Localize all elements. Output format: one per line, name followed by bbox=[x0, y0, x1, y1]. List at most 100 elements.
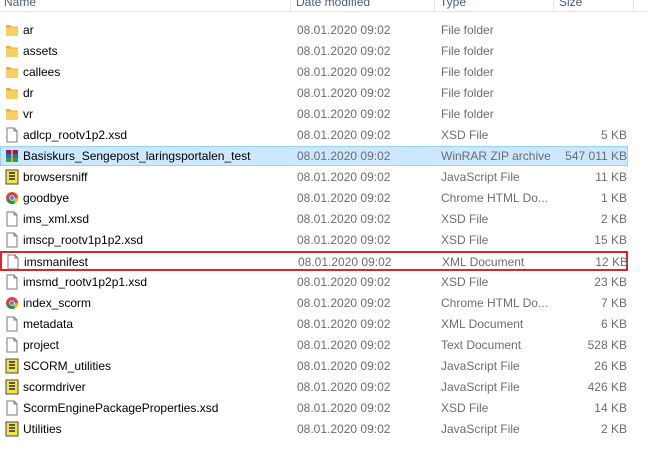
file-row[interactable]: vr 08.01.2020 09:02 File folder bbox=[0, 104, 628, 124]
file-type: JavaScript File bbox=[441, 170, 520, 184]
file-name: Basiskurs_Sengepost_laringsportalen_test bbox=[23, 149, 251, 163]
javascript-file-icon bbox=[5, 169, 19, 185]
file-date-modified: 08.01.2020 09:02 bbox=[297, 275, 391, 289]
file-row[interactable]: SCORM_utilities 08.01.2020 09:02 JavaScrip… bbox=[0, 356, 628, 376]
file-row[interactable]: imsmanifest 08.01.2020 09:02 XML Document 1… bbox=[0, 251, 628, 271]
file-type: XSD File bbox=[441, 401, 489, 415]
file-date-modified: 08.01.2020 09:02 bbox=[297, 296, 391, 310]
file-row[interactable]: assets 08.01.2020 09:02 File folder bbox=[0, 41, 628, 61]
file-row[interactable]: goodbye 08.01.2020 09:02 Chrome HTML Do...… bbox=[0, 188, 628, 208]
file-type: WinRAR ZIP archive bbox=[441, 149, 551, 163]
column-header-bar: Name Date modified Type Size bbox=[0, 0, 648, 12]
file-size: 547 011 KB bbox=[565, 149, 627, 163]
file-row[interactable]: Basiskurs_Sengepost_laringsportalen_test… bbox=[0, 146, 628, 166]
file-date-modified: 08.01.2020 09:02 bbox=[297, 107, 391, 121]
file-size bbox=[557, 84, 627, 102]
file-row[interactable]: adlcp_rootv1p2.xsd 08.01.2020 09:02 XSD Fi… bbox=[0, 125, 628, 145]
file-size: 11 KB bbox=[595, 170, 627, 184]
file-row[interactable]: ar 08.01.2020 09:02 File folder bbox=[0, 20, 628, 40]
file-date-modified: 08.01.2020 09:02 bbox=[298, 255, 392, 269]
file-row[interactable]: scormdriver 08.01.2020 09:02 JavaScript Fi… bbox=[0, 377, 628, 397]
file-name: Utilities bbox=[23, 422, 62, 436]
file-type: File folder bbox=[441, 44, 494, 58]
file-size bbox=[557, 63, 627, 81]
file-name: imsmd_rootv1p2p1.xsd bbox=[23, 275, 148, 289]
document-icon bbox=[5, 232, 19, 248]
file-row[interactable]: metadata 08.01.2020 09:02 XML Document 6 KB bbox=[0, 314, 628, 334]
file-type: Text Document bbox=[441, 338, 522, 352]
file-size bbox=[557, 21, 627, 39]
file-row[interactable]: ims_xml.xsd 08.01.2020 09:02 XSD File 2 KB bbox=[0, 209, 628, 229]
file-date-modified: 08.01.2020 09:02 bbox=[297, 86, 391, 100]
file-name: browsersniff bbox=[23, 170, 88, 184]
file-name: SCORM_utilities bbox=[23, 359, 112, 373]
file-size: 6 KB bbox=[600, 317, 627, 331]
file-date-modified: 08.01.2020 09:02 bbox=[297, 149, 391, 163]
document-icon bbox=[5, 400, 19, 416]
file-date-modified: 08.01.2020 09:02 bbox=[297, 422, 391, 436]
file-date-modified: 08.01.2020 09:02 bbox=[297, 128, 391, 142]
file-date-modified: 08.01.2020 09:02 bbox=[297, 359, 391, 373]
file-row[interactable]: dr 08.01.2020 09:02 File folder bbox=[0, 83, 628, 103]
file-row[interactable]: ScormEnginePackageProperties.xsd 08.01.20… bbox=[0, 398, 628, 418]
file-row[interactable]: browsersniff 08.01.2020 09:02 JavaScript F… bbox=[0, 167, 628, 187]
file-size: 26 KB bbox=[594, 359, 627, 373]
folder-icon bbox=[5, 22, 19, 38]
column-header-type[interactable]: Type bbox=[440, 0, 466, 11]
column-header-date[interactable]: Date modified bbox=[296, 0, 370, 11]
file-name: dr bbox=[23, 86, 34, 100]
file-type: JavaScript File bbox=[441, 422, 520, 436]
file-type: XML Document bbox=[442, 255, 525, 269]
file-type: File folder bbox=[441, 23, 494, 37]
file-name: project bbox=[23, 338, 60, 352]
file-date-modified: 08.01.2020 09:02 bbox=[297, 317, 391, 331]
file-type: File folder bbox=[441, 107, 494, 121]
file-type: XSD File bbox=[441, 128, 489, 142]
file-row[interactable]: imsmd_rootv1p2p1.xsd 08.01.2020 09:02 XSD … bbox=[0, 272, 628, 292]
folder-icon bbox=[5, 85, 19, 101]
file-date-modified: 08.01.2020 09:02 bbox=[297, 233, 391, 247]
file-type: File folder bbox=[441, 65, 494, 79]
file-name: ar bbox=[23, 23, 34, 37]
file-name: metadata bbox=[23, 317, 74, 331]
file-type: JavaScript File bbox=[441, 380, 520, 394]
winrar-archive-icon bbox=[5, 148, 19, 164]
document-icon bbox=[5, 274, 19, 290]
file-type: XSD File bbox=[441, 275, 489, 289]
file-type: JavaScript File bbox=[441, 359, 520, 373]
file-name: vr bbox=[23, 107, 33, 121]
file-name: goodbye bbox=[23, 191, 70, 205]
file-name: callees bbox=[23, 65, 61, 79]
folder-icon bbox=[5, 43, 19, 59]
file-size: 528 KB bbox=[587, 338, 627, 352]
file-type: XSD File bbox=[441, 212, 489, 226]
column-divider[interactable] bbox=[553, 0, 554, 11]
file-row[interactable]: project 08.01.2020 09:02 Text Document 528 … bbox=[0, 335, 628, 355]
file-type: XSD File bbox=[441, 233, 489, 247]
column-divider[interactable] bbox=[633, 0, 634, 11]
file-date-modified: 08.01.2020 09:02 bbox=[297, 191, 391, 205]
document-icon bbox=[5, 127, 19, 143]
document-icon bbox=[5, 337, 19, 353]
file-name: scormdriver bbox=[23, 380, 86, 394]
folder-icon bbox=[5, 106, 19, 122]
file-row[interactable]: Utilities 08.01.2020 09:02 JavaScript File… bbox=[0, 419, 628, 439]
column-header-size[interactable]: Size bbox=[559, 0, 582, 11]
file-size: 2 KB bbox=[600, 422, 627, 436]
file-date-modified: 08.01.2020 09:02 bbox=[297, 170, 391, 184]
file-name: assets bbox=[23, 44, 58, 58]
file-type: XML Document bbox=[441, 317, 524, 331]
column-divider[interactable] bbox=[290, 0, 291, 11]
file-row[interactable]: callees 08.01.2020 09:02 File folder bbox=[0, 62, 628, 82]
file-name: ScormEnginePackageProperties.xsd bbox=[23, 401, 219, 415]
file-row[interactable]: index_scorm 08.01.2020 09:02 Chrome HTML D… bbox=[0, 293, 628, 313]
document-icon bbox=[5, 316, 19, 332]
column-divider[interactable] bbox=[434, 0, 435, 11]
file-name: imsmanifest bbox=[24, 255, 89, 269]
file-name: imscp_rootv1p1p2.xsd bbox=[23, 233, 144, 247]
file-size: 23 KB bbox=[594, 275, 627, 289]
file-row[interactable]: imscp_rootv1p1p2.xsd 08.01.2020 09:02 XSD … bbox=[0, 230, 628, 250]
file-name: adlcp_rootv1p2.xsd bbox=[23, 128, 128, 142]
column-header-name[interactable]: Name bbox=[4, 0, 36, 11]
file-name: ims_xml.xsd bbox=[23, 212, 90, 226]
